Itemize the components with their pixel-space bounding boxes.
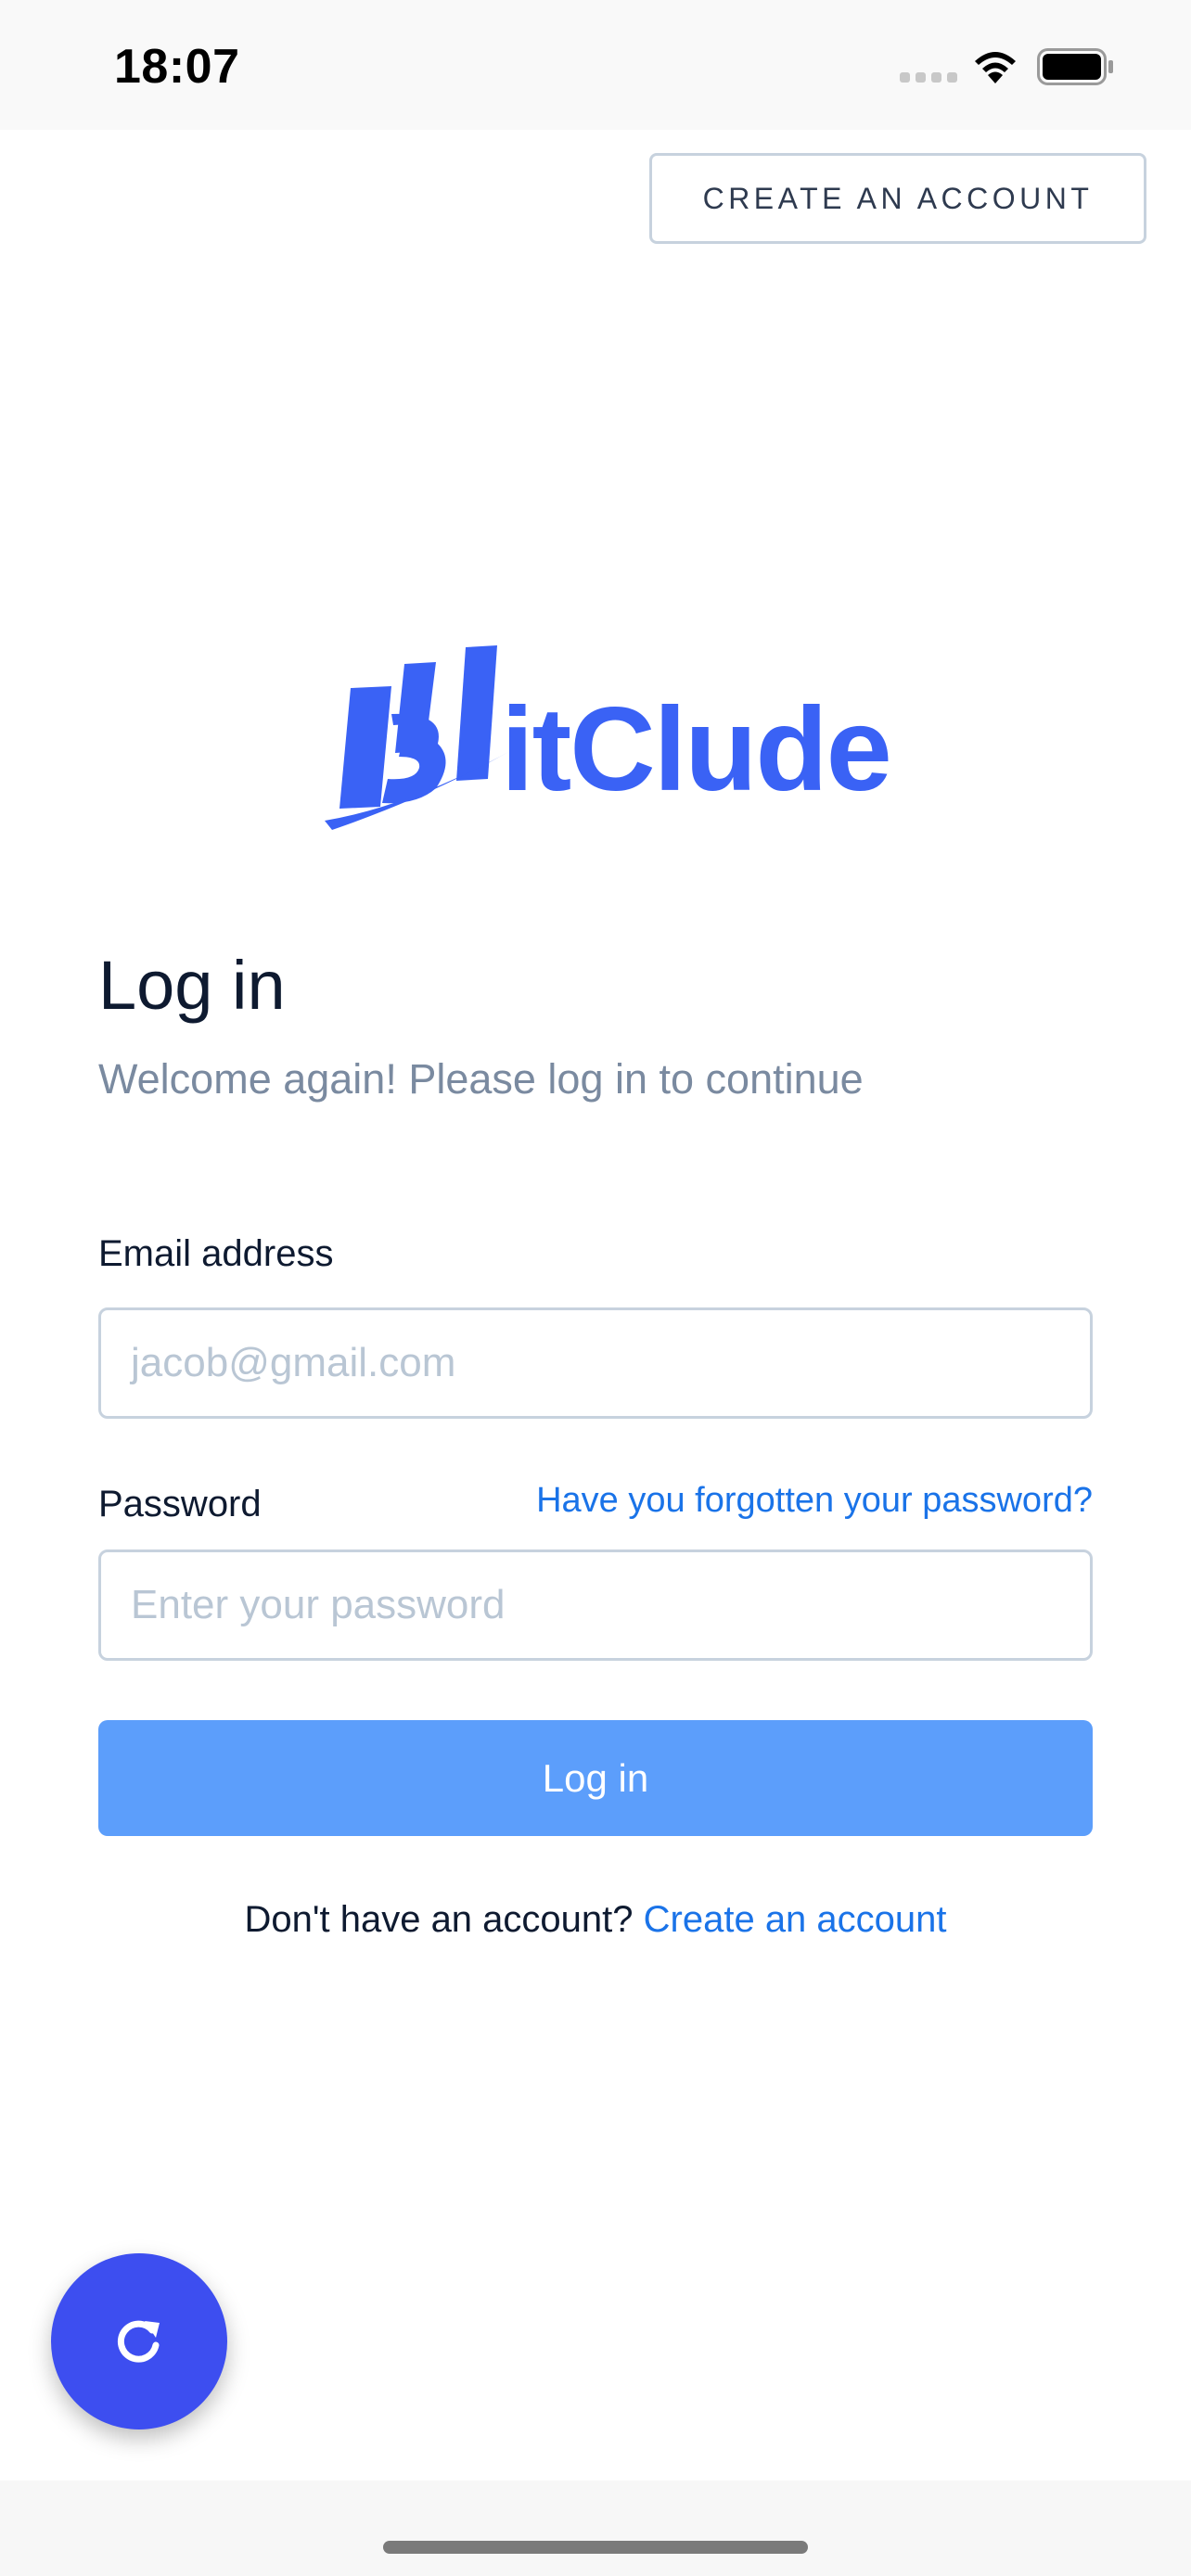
home-indicator[interactable]: [383, 2541, 808, 2554]
wifi-icon: [975, 52, 1016, 83]
bitclude-logo-mark: [325, 645, 510, 830]
no-account-text: Don't have an account?: [244, 1899, 634, 1940]
password-placeholder: Enter your password: [131, 1582, 506, 1627]
create-account-link[interactable]: Create an account: [644, 1899, 947, 1940]
email-field[interactable]: jacob@gmail.com: [98, 1307, 1093, 1419]
email-placeholder: jacob@gmail.com: [131, 1340, 456, 1385]
password-field[interactable]: Enter your password: [98, 1549, 1093, 1661]
password-label: Password: [98, 1484, 262, 1524]
refresh-icon: [117, 2320, 160, 2363]
forgot-password-link[interactable]: Have you forgotten your password?: [536, 1481, 1093, 1521]
refresh-button[interactable]: [51, 2253, 227, 2429]
battery-icon: [1037, 48, 1113, 85]
status-time: 18:07: [114, 40, 240, 94]
bottom-bar: [0, 2480, 1191, 2576]
signup-prompt: Don't have an account? Create an account: [0, 1899, 1191, 1941]
login-button[interactable]: Log in: [98, 1720, 1093, 1836]
cellular-signal-icon: [900, 72, 957, 83]
page-title: Log in: [98, 947, 286, 1024]
page-subtitle: Welcome again! Please log in to continue: [98, 1055, 864, 1103]
status-bar: 18:07: [0, 0, 1191, 130]
brand-wordmark: itClude: [501, 683, 892, 816]
email-label: Email address: [98, 1233, 334, 1274]
create-account-button[interactable]: CREATE AN ACCOUNT: [649, 153, 1146, 244]
